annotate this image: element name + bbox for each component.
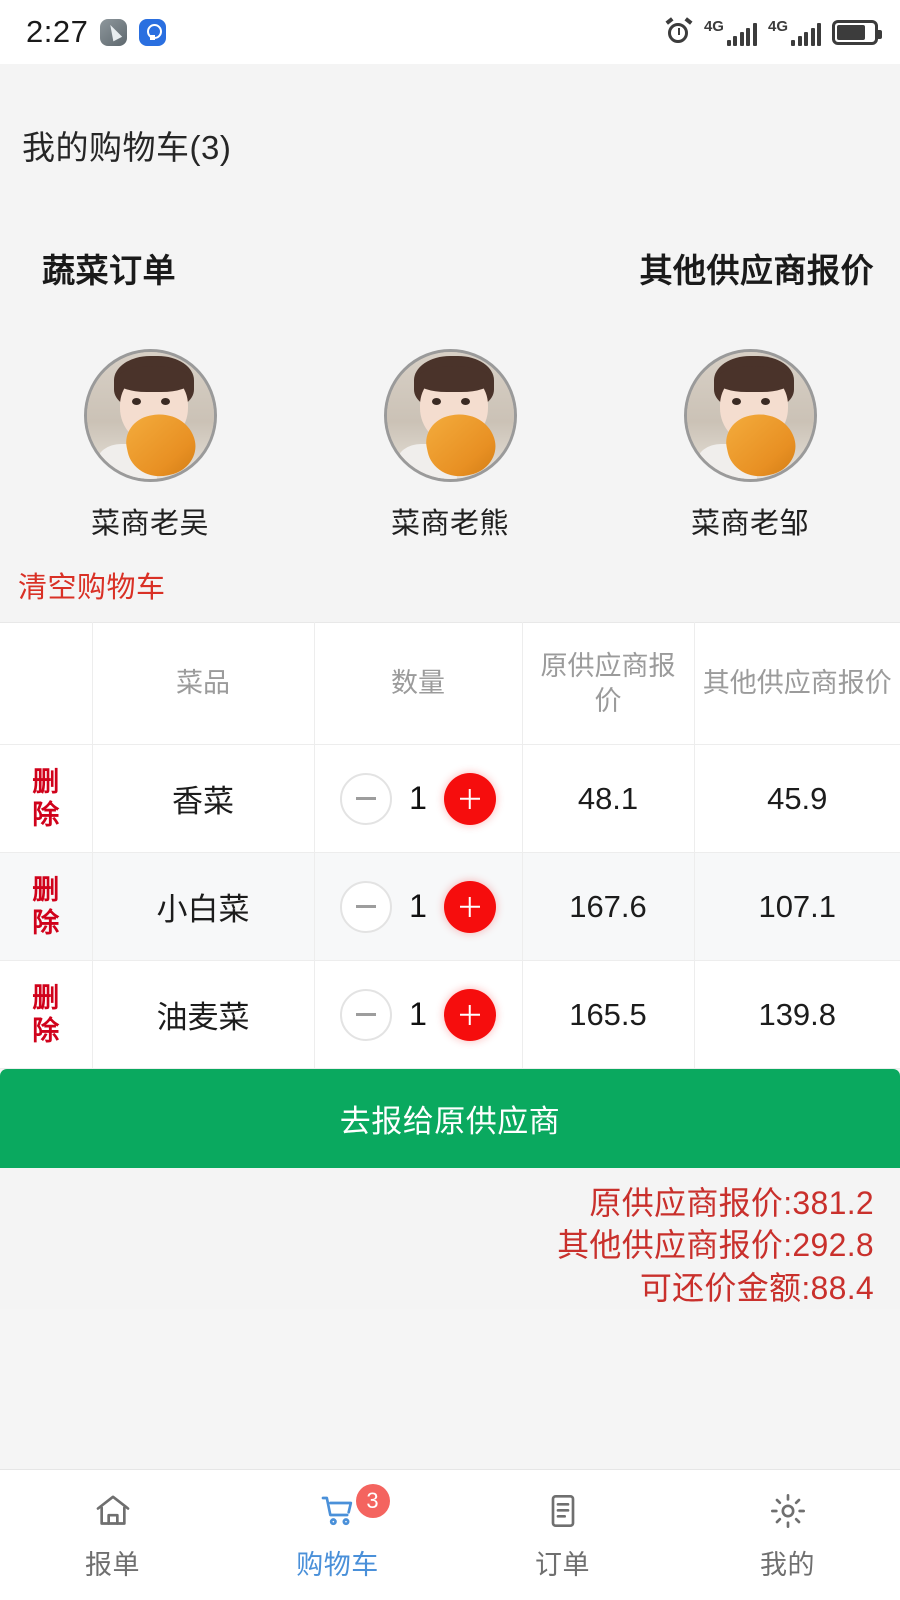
- vendor-item[interactable]: 菜商老吴: [50, 349, 250, 542]
- table-header-row: 菜品 数量 原供应商报价 其他供应商报价: [0, 622, 900, 746]
- vendor-item[interactable]: 菜商老邹: [650, 349, 850, 542]
- price-summary: 原供应商报价:381.2 其他供应商报价:292.8 可还价金额:88.4: [0, 1168, 900, 1309]
- summary-original-total: 原供应商报价:381.2: [589, 1185, 874, 1222]
- cell-quantity: 1: [314, 744, 523, 854]
- increment-button[interactable]: [443, 880, 496, 933]
- network-label-1: 4G: [703, 17, 724, 35]
- cell-original-price: 167.6: [522, 852, 695, 962]
- page-title: 我的购物车(3): [22, 129, 232, 166]
- quantity-value: 1: [409, 888, 427, 925]
- cell-other-price: 45.9: [694, 744, 900, 854]
- table-row: 删除 小白菜 1 167.6 107.1: [0, 852, 900, 962]
- battery-icon: [832, 19, 882, 45]
- tab-mine[interactable]: 我的: [675, 1470, 900, 1600]
- quantity-stepper: 1: [315, 772, 522, 825]
- cell-delete: 删除: [0, 744, 93, 854]
- section-headings: 蔬菜订单 其他供应商报价: [0, 169, 900, 292]
- vendor-name: 菜商老吴: [90, 508, 209, 540]
- vendor-name: 菜商老熊: [390, 508, 509, 540]
- column-header-dish: 菜品: [92, 622, 315, 746]
- cell-other-price: 107.1: [694, 852, 900, 962]
- signal-4g-icon-1: 4G: [704, 19, 757, 46]
- cell-quantity: 1: [314, 852, 523, 962]
- vendor-item[interactable]: 菜商老熊: [350, 349, 550, 542]
- summary-savings: 可还价金额:88.4: [639, 1269, 874, 1306]
- decrement-button[interactable]: [340, 772, 393, 825]
- avatar: [383, 349, 517, 482]
- status-time: 2:27: [26, 14, 89, 49]
- summary-other-total: 其他供应商报价:292.8: [557, 1227, 874, 1264]
- decrement-button[interactable]: [340, 880, 393, 933]
- quantity-value: 1: [409, 780, 427, 817]
- tab-orders[interactable]: 订单: [450, 1470, 675, 1600]
- vendor-name: 菜商老邹: [690, 508, 809, 540]
- cell-dish-name: 香菜: [92, 744, 315, 854]
- home-icon: [91, 1489, 135, 1533]
- heading-vegetable-order: 蔬菜订单: [42, 252, 176, 289]
- tab-baodan[interactable]: 报单: [0, 1470, 225, 1600]
- alarm-icon: [665, 17, 693, 46]
- delete-button[interactable]: 删除: [29, 982, 63, 1048]
- quantity-stepper: 1: [315, 880, 522, 933]
- avatar: [683, 349, 817, 482]
- tab-cart[interactable]: 3 购物车: [225, 1470, 450, 1600]
- heading-other-supplier-quote: 其他供应商报价: [639, 252, 874, 289]
- increment-button[interactable]: [443, 772, 496, 825]
- gear-icon: [766, 1489, 810, 1533]
- page-content: 我的购物车(3) 蔬菜订单 其他供应商报价 菜商老吴 菜商老熊 菜商老邹 清空购…: [0, 64, 900, 1309]
- column-header-delete: [0, 622, 93, 746]
- network-label-2: 4G: [767, 17, 788, 35]
- cart-badge: 3: [355, 1484, 390, 1518]
- status-bar: 2:27 4G 4G: [0, 0, 900, 64]
- clear-cart-button[interactable]: 清空购物车: [18, 564, 166, 606]
- column-header-original-price: 原供应商报价: [522, 622, 695, 746]
- status-bar-left: 2:27: [26, 14, 167, 50]
- delete-button[interactable]: 删除: [29, 766, 63, 832]
- cart-icon: [316, 1489, 360, 1533]
- cell-delete: 删除: [0, 852, 93, 962]
- quantity-stepper: 1: [315, 988, 522, 1041]
- bottom-navigation: 报单 3 购物车 订单 我的: [0, 1469, 900, 1600]
- column-header-other-price: 其他供应商报价: [694, 622, 900, 746]
- lightbulb-app-icon: [139, 18, 167, 46]
- cell-original-price: 48.1: [522, 744, 695, 854]
- cell-dish-name: 油麦菜: [92, 960, 315, 1070]
- compass-app-icon: [100, 18, 128, 46]
- tab-label: 订单: [535, 1549, 590, 1580]
- tab-label: 购物车: [296, 1549, 379, 1580]
- tab-label: 我的: [760, 1549, 815, 1580]
- cell-other-price: 139.8: [694, 960, 900, 1070]
- table-row: 删除 香菜 1 48.1 45.9: [0, 744, 900, 854]
- signal-4g-icon-2: 4G: [768, 19, 821, 46]
- avatar: [83, 349, 217, 482]
- cell-original-price: 165.5: [522, 960, 695, 1070]
- cell-delete: 删除: [0, 960, 93, 1070]
- status-bar-right: 4G 4G: [665, 17, 882, 46]
- vendor-list: 菜商老吴 菜商老熊 菜商老邹: [0, 292, 900, 542]
- column-header-quantity: 数量: [314, 622, 523, 746]
- document-icon: [541, 1489, 585, 1533]
- tab-label: 报单: [85, 1549, 140, 1580]
- decrement-button[interactable]: [340, 988, 393, 1041]
- cell-quantity: 1: [314, 960, 523, 1070]
- cart-table: 菜品 数量 原供应商报价 其他供应商报价 删除 香菜 1 48.1 45.9 删…: [0, 622, 900, 1070]
- submit-to-original-supplier-button[interactable]: 去报给原供应商: [0, 1069, 900, 1169]
- delete-button[interactable]: 删除: [29, 874, 63, 940]
- table-row: 删除 油麦菜 1 165.5 139.8: [0, 960, 900, 1070]
- cell-dish-name: 小白菜: [92, 852, 315, 962]
- quantity-value: 1: [409, 996, 427, 1033]
- increment-button[interactable]: [443, 988, 496, 1041]
